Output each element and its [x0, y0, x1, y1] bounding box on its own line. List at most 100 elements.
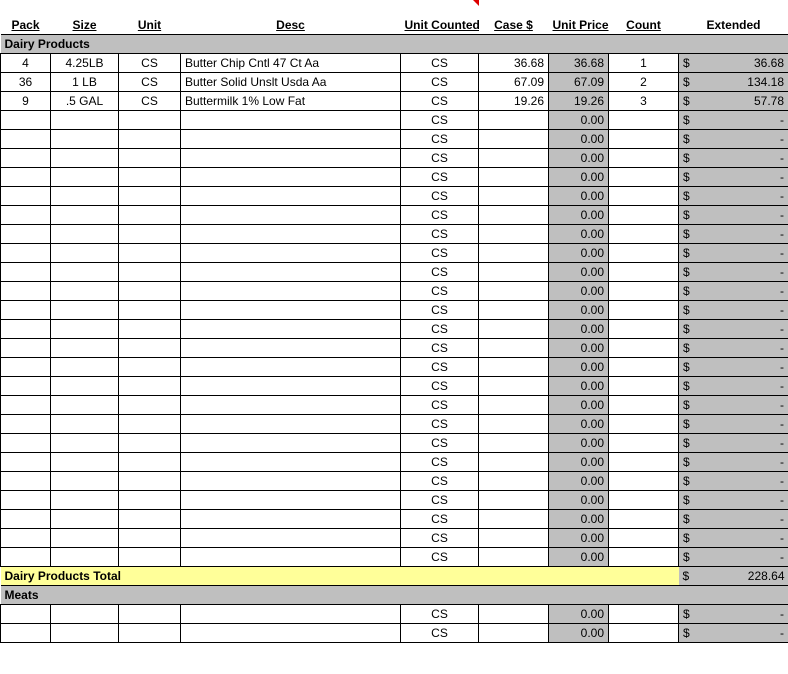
- cell-unit-counted[interactable]: CS: [401, 243, 479, 262]
- cell-case[interactable]: 36.68: [479, 53, 549, 72]
- cell-unit-counted[interactable]: CS: [401, 433, 479, 452]
- cell-desc[interactable]: [181, 376, 401, 395]
- cell-unit[interactable]: [119, 262, 181, 281]
- cell-case[interactable]: [479, 224, 549, 243]
- cell-unit-counted[interactable]: CS: [401, 357, 479, 376]
- cell-unit[interactable]: [119, 509, 181, 528]
- cell-count[interactable]: [609, 357, 679, 376]
- cell-extended[interactable]: $-: [679, 319, 788, 338]
- cell-unit[interactable]: [119, 471, 181, 490]
- cell-size[interactable]: [51, 471, 119, 490]
- cell-pack[interactable]: [1, 376, 51, 395]
- cell-unit-price[interactable]: 0.00: [549, 490, 609, 509]
- cell-pack[interactable]: [1, 490, 51, 509]
- cell-size[interactable]: [51, 414, 119, 433]
- cell-count[interactable]: [609, 547, 679, 566]
- cell-size[interactable]: .5 GAL: [51, 91, 119, 110]
- cell-unit[interactable]: [119, 490, 181, 509]
- cell-unit-price[interactable]: 0.00: [549, 110, 609, 129]
- cell-case[interactable]: [479, 300, 549, 319]
- cell-size[interactable]: [51, 433, 119, 452]
- cell-unit-counted[interactable]: CS: [401, 53, 479, 72]
- cell-unit-price[interactable]: 0.00: [549, 243, 609, 262]
- cell-desc[interactable]: [181, 110, 401, 129]
- cell-case[interactable]: [479, 490, 549, 509]
- cell-unit[interactable]: [119, 167, 181, 186]
- cell-unit-price[interactable]: 0.00: [549, 338, 609, 357]
- cell-unit[interactable]: [119, 376, 181, 395]
- cell-count[interactable]: [609, 224, 679, 243]
- cell-unit-counted[interactable]: CS: [401, 623, 479, 642]
- cell-unit-counted[interactable]: CS: [401, 262, 479, 281]
- cell-case[interactable]: [479, 243, 549, 262]
- cell-desc[interactable]: [181, 414, 401, 433]
- cell-case[interactable]: [479, 509, 549, 528]
- cell-unit-price[interactable]: 0.00: [549, 186, 609, 205]
- cell-pack[interactable]: 9: [1, 91, 51, 110]
- cell-unit-counted[interactable]: CS: [401, 300, 479, 319]
- cell-size[interactable]: 1 LB: [51, 72, 119, 91]
- cell-unit[interactable]: [119, 110, 181, 129]
- cell-case[interactable]: [479, 281, 549, 300]
- cell-pack[interactable]: [1, 452, 51, 471]
- cell-extended[interactable]: $-: [679, 509, 788, 528]
- cell-extended[interactable]: $36.68: [679, 53, 788, 72]
- cell-count[interactable]: 1: [609, 53, 679, 72]
- cell-unit-price[interactable]: 0.00: [549, 433, 609, 452]
- cell-case[interactable]: [479, 167, 549, 186]
- cell-size[interactable]: [51, 623, 119, 642]
- cell-pack[interactable]: [1, 186, 51, 205]
- cell-case[interactable]: [479, 110, 549, 129]
- cell-extended[interactable]: $-: [679, 452, 788, 471]
- cell-unit-counted[interactable]: CS: [401, 72, 479, 91]
- cell-extended[interactable]: $-: [679, 110, 788, 129]
- cell-count[interactable]: [609, 262, 679, 281]
- cell-unit[interactable]: [119, 452, 181, 471]
- cell-count[interactable]: [609, 243, 679, 262]
- cell-desc[interactable]: [181, 547, 401, 566]
- cell-size[interactable]: [51, 110, 119, 129]
- cell-count[interactable]: [609, 490, 679, 509]
- cell-desc[interactable]: [181, 357, 401, 376]
- cell-unit-price[interactable]: 0.00: [549, 452, 609, 471]
- cell-extended[interactable]: $-: [679, 281, 788, 300]
- cell-desc[interactable]: [181, 129, 401, 148]
- cell-extended[interactable]: $-: [679, 623, 788, 642]
- cell-count[interactable]: [609, 471, 679, 490]
- cell-case[interactable]: [479, 319, 549, 338]
- cell-unit-price[interactable]: 0.00: [549, 319, 609, 338]
- cell-unit-counted[interactable]: CS: [401, 376, 479, 395]
- cell-case[interactable]: [479, 547, 549, 566]
- cell-pack[interactable]: [1, 319, 51, 338]
- cell-case[interactable]: [479, 148, 549, 167]
- cell-pack[interactable]: 4: [1, 53, 51, 72]
- cell-pack[interactable]: [1, 338, 51, 357]
- cell-unit-price[interactable]: 0.00: [549, 224, 609, 243]
- cell-unit-counted[interactable]: CS: [401, 319, 479, 338]
- cell-unit[interactable]: CS: [119, 72, 181, 91]
- cell-count[interactable]: [609, 414, 679, 433]
- cell-extended[interactable]: $-: [679, 338, 788, 357]
- cell-count[interactable]: [609, 528, 679, 547]
- cell-count[interactable]: [609, 110, 679, 129]
- cell-desc[interactable]: [181, 623, 401, 642]
- cell-desc[interactable]: Butter Solid Unslt Usda Aa: [181, 72, 401, 91]
- cell-pack[interactable]: [1, 471, 51, 490]
- cell-unit-counted[interactable]: CS: [401, 186, 479, 205]
- cell-extended[interactable]: $-: [679, 167, 788, 186]
- cell-count[interactable]: [609, 395, 679, 414]
- cell-extended[interactable]: $-: [679, 129, 788, 148]
- cell-count[interactable]: [609, 623, 679, 642]
- cell-unit-counted[interactable]: CS: [401, 110, 479, 129]
- cell-count[interactable]: 3: [609, 91, 679, 110]
- cell-size[interactable]: [51, 547, 119, 566]
- cell-case[interactable]: 67.09: [479, 72, 549, 91]
- cell-unit[interactable]: [119, 338, 181, 357]
- cell-desc[interactable]: [181, 167, 401, 186]
- cell-case[interactable]: [479, 186, 549, 205]
- cell-size[interactable]: [51, 167, 119, 186]
- cell-unit-price[interactable]: 0.00: [549, 148, 609, 167]
- cell-pack[interactable]: [1, 281, 51, 300]
- cell-unit-price[interactable]: 0.00: [549, 395, 609, 414]
- cell-case[interactable]: [479, 528, 549, 547]
